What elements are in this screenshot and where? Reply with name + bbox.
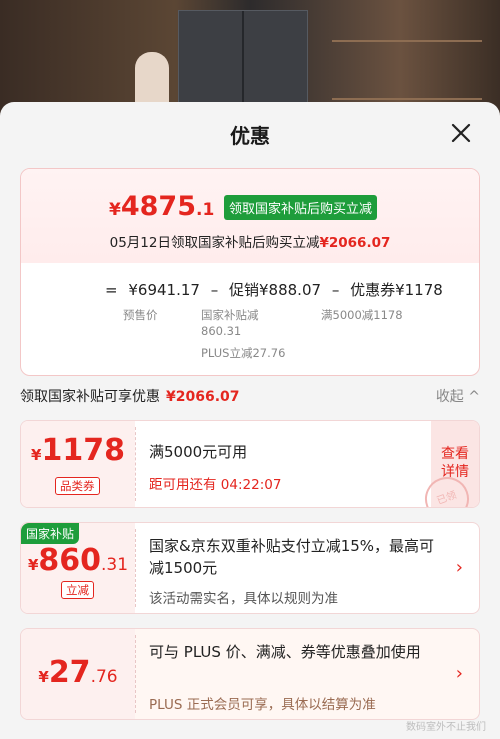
discount-section-header: 领取国家补贴可享优惠 ¥2066.07 收起 ^: [20, 386, 480, 408]
coupon-type-pill: 品类券: [55, 477, 100, 495]
final-price-currency: ¥: [109, 200, 121, 220]
plus-title: 可与 PLUS 价、满减、券等优惠叠加使用: [149, 643, 421, 661]
promo-sub-1: 国家补贴减: [201, 308, 259, 322]
final-price-int: 4875: [120, 191, 196, 222]
subsidy-corner-tag: 国家补贴: [21, 523, 80, 544]
coupon-title: 满5000元可用: [149, 443, 248, 461]
final-price-dec: .1: [196, 200, 215, 220]
formula-promo: 促销¥888.07: [229, 281, 322, 299]
chevron-right-icon[interactable]: ›: [456, 557, 463, 578]
presale-label: 预售价: [123, 308, 158, 322]
fridge-image: [178, 10, 308, 112]
plus-note: PLUS 正式会员可享，具体以结算为准: [149, 697, 376, 713]
subsidy-badge: 领取国家补贴后购买立减: [224, 195, 378, 220]
subsidy-currency: ¥: [27, 556, 39, 574]
price-formula: = ¥6941.17 – 促销¥888.07 – 优惠券¥1178: [105, 279, 449, 300]
subsidy-note: 该活动需实名，具体以规则为准: [149, 591, 338, 607]
coupon-amount: ¥1178: [21, 433, 135, 468]
subsidy-dec: .31: [101, 555, 129, 575]
card-divider: [135, 635, 136, 713]
plus-currency: ¥: [38, 668, 49, 686]
collapse-toggle[interactable]: 收起 ^: [436, 386, 480, 406]
card-divider: [135, 427, 136, 501]
subsidy-amount: ¥860.31: [21, 543, 135, 578]
national-subsidy-card[interactable]: 国家补贴 ¥860.31 立减 国家&京东双重补贴支付立减15%，最高可减150…: [20, 522, 480, 614]
watermark: 数码室外不止我们: [406, 722, 486, 733]
section-amount: ¥2066.07: [166, 389, 240, 405]
shelf-image: [332, 40, 482, 100]
card-divider: [135, 529, 136, 607]
formula-minus: –: [331, 281, 340, 299]
close-icon[interactable]: [446, 118, 476, 148]
subsidy-title: 国家&京东双重补贴支付立减15%，最高可减1500元: [149, 537, 435, 577]
plus-discount-card[interactable]: ¥27.76 可与 PLUS 价、满减、券等优惠叠加使用 PLUS 正式会员可享…: [20, 628, 480, 720]
sheet-title: 优惠: [230, 124, 270, 148]
subsidy-int: 860: [38, 543, 101, 578]
formula-presale: ¥6941.17: [128, 281, 200, 299]
summary-note-text: 05月12日领取国家补贴后购买立减: [109, 235, 320, 251]
section-label: 领取国家补贴可享优惠: [20, 389, 160, 405]
view-details-label: 查看 详情: [441, 446, 469, 480]
summary-top: ¥4875.1 领取国家补贴后购买立减 05月12日领取国家补贴后购买立减¥20…: [21, 169, 479, 263]
formula-coupon: 优惠券¥1178: [350, 281, 443, 299]
plus-amount: ¥27.76: [21, 655, 135, 690]
sheet-header: 优惠: [0, 102, 500, 162]
plus-int: 27: [48, 655, 91, 690]
coupon-currency: ¥: [31, 446, 42, 464]
coupon-sub: 满5000减1178: [321, 308, 403, 322]
plus-dec: .76: [90, 667, 118, 687]
subsidy-pill: 立减: [61, 581, 94, 599]
coupon-countdown: 距可用还有 04:22:07: [149, 477, 282, 493]
formula-minus: –: [210, 281, 219, 299]
coupon-card-category[interactable]: ¥1178 品类券 满5000元可用 距可用还有 04:22:07 查看 详情 …: [20, 420, 480, 508]
discount-sheet: 优惠 ¥4875.1 领取国家补贴后购买立减 05月12日领取国家补贴后购买立减…: [0, 102, 500, 739]
promo-sub-2: 860.31: [201, 324, 242, 338]
promo-sub-3: PLUS立减27.76: [201, 346, 286, 360]
price-summary-card: ¥4875.1 领取国家补贴后购买立减 05月12日领取国家补贴后购买立减¥20…: [20, 168, 480, 376]
summary-note: 05月12日领取国家补贴后购买立减¥2066.07: [21, 231, 479, 251]
summary-note-amount: ¥2066.07: [319, 235, 391, 251]
chevron-right-icon[interactable]: ›: [456, 663, 463, 684]
final-price: ¥4875.1: [109, 191, 214, 222]
formula-equals: =: [105, 281, 118, 299]
coupon-int: 1178: [41, 433, 125, 468]
